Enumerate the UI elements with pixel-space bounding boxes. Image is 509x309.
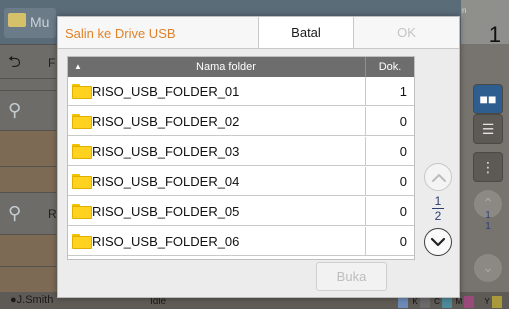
table-row[interactable]: RISO_USB_FOLDER_01 1 [68, 77, 414, 106]
background-folder-icon [8, 13, 26, 27]
open-button[interactable]: Buka [316, 262, 387, 291]
folder-icon [72, 174, 92, 189]
table-row[interactable]: RISO_USB_FOLDER_06 0 [68, 227, 414, 256]
background-row [0, 130, 56, 166]
page-total: 2 [434, 209, 442, 223]
column-header-doc-count[interactable]: Dok. [365, 57, 414, 77]
page-indicator: 1 2 [427, 195, 449, 222]
background-row [0, 266, 56, 292]
folder-name: RISO_USB_FOLDER_01 [92, 84, 240, 99]
background-scroll-down-icon: ⌄ [474, 254, 502, 282]
dialog-header: Salin ke Drive USB Batal OK [58, 17, 459, 49]
folder-doc-count: 0 [365, 197, 414, 226]
more-menu-icon: ⋮ [473, 152, 503, 182]
table-row[interactable]: RISO_USB_FOLDER_03 0 [68, 137, 414, 166]
background-row [0, 166, 56, 192]
folder-doc-count: 1 [365, 77, 414, 106]
folder-name: RISO_USB_FOLDER_03 [92, 144, 240, 159]
cancel-button[interactable]: Batal [258, 17, 354, 48]
dialog-title: Salin ke Drive USB [65, 26, 176, 41]
chevron-up-icon [432, 174, 446, 182]
page-current: 1 [434, 194, 442, 208]
background-row [0, 78, 56, 90]
user-icon: ● [10, 294, 17, 306]
folder-icon [72, 234, 92, 249]
folder-icon [72, 204, 92, 219]
background-row [0, 234, 56, 266]
folder-doc-count: 0 [365, 167, 414, 196]
background-title: Mu [30, 14, 50, 30]
folder-table: ▲ Nama folder Dok. RISO_USB_FOLDER_01 1 … [67, 56, 415, 260]
table-row[interactable]: RISO_USB_FOLDER_04 0 [68, 167, 414, 196]
folder-name: RISO_USB_FOLDER_06 [92, 234, 240, 249]
search-check-icon: ⚲ [8, 203, 22, 223]
ink-level-m [464, 296, 474, 308]
folder-name: RISO_USB_FOLDER_05 [92, 204, 240, 219]
ink-level-y [492, 296, 502, 308]
list-view-icon: ☰ [473, 114, 503, 144]
search-icon: ⚲ [8, 100, 22, 120]
user-name: ●J.Smith [10, 294, 54, 306]
back-arrow-icon: ⮌ [8, 54, 21, 71]
scroll-up-button[interactable] [424, 163, 452, 191]
sort-ascending-icon[interactable]: ▲ [74, 59, 82, 75]
column-header-folder-name[interactable]: Nama folder [88, 57, 364, 77]
background-row-check: ⚲ R [0, 192, 57, 234]
folder-doc-count: 0 [365, 227, 414, 256]
table-header: ▲ Nama folder Dok. [68, 57, 414, 77]
background-count-panel [461, 0, 509, 44]
background-row-back: ⮌ F [0, 44, 56, 78]
background-row-char: F [48, 56, 56, 70]
folder-icon [72, 84, 92, 99]
folder-doc-count: 0 [365, 137, 414, 166]
ink-label-y: Y [484, 297, 490, 306]
chevron-down-icon [430, 237, 446, 247]
folder-icon [72, 144, 92, 159]
table-row[interactable]: RISO_USB_FOLDER_05 0 [68, 197, 414, 226]
folder-name: RISO_USB_FOLDER_04 [92, 174, 240, 189]
grid-view-icon: ■■ [473, 84, 503, 114]
background-page-indicator: 1 1 [485, 210, 491, 232]
folder-name: RISO_USB_FOLDER_02 [92, 114, 240, 129]
background-row-search: ⚲ [0, 90, 56, 130]
folder-doc-count: 0 [365, 107, 414, 136]
background-row-char: R [48, 207, 57, 221]
ok-button[interactable]: OK [354, 17, 459, 48]
folder-icon [72, 114, 92, 129]
copy-to-usb-dialog: Salin ke Drive USB Batal OK ▲ Nama folde… [57, 16, 460, 298]
table-row[interactable]: RISO_USB_FOLDER_02 0 [68, 107, 414, 136]
background-count-label: n [462, 6, 467, 15]
scroll-down-button[interactable] [424, 228, 452, 256]
